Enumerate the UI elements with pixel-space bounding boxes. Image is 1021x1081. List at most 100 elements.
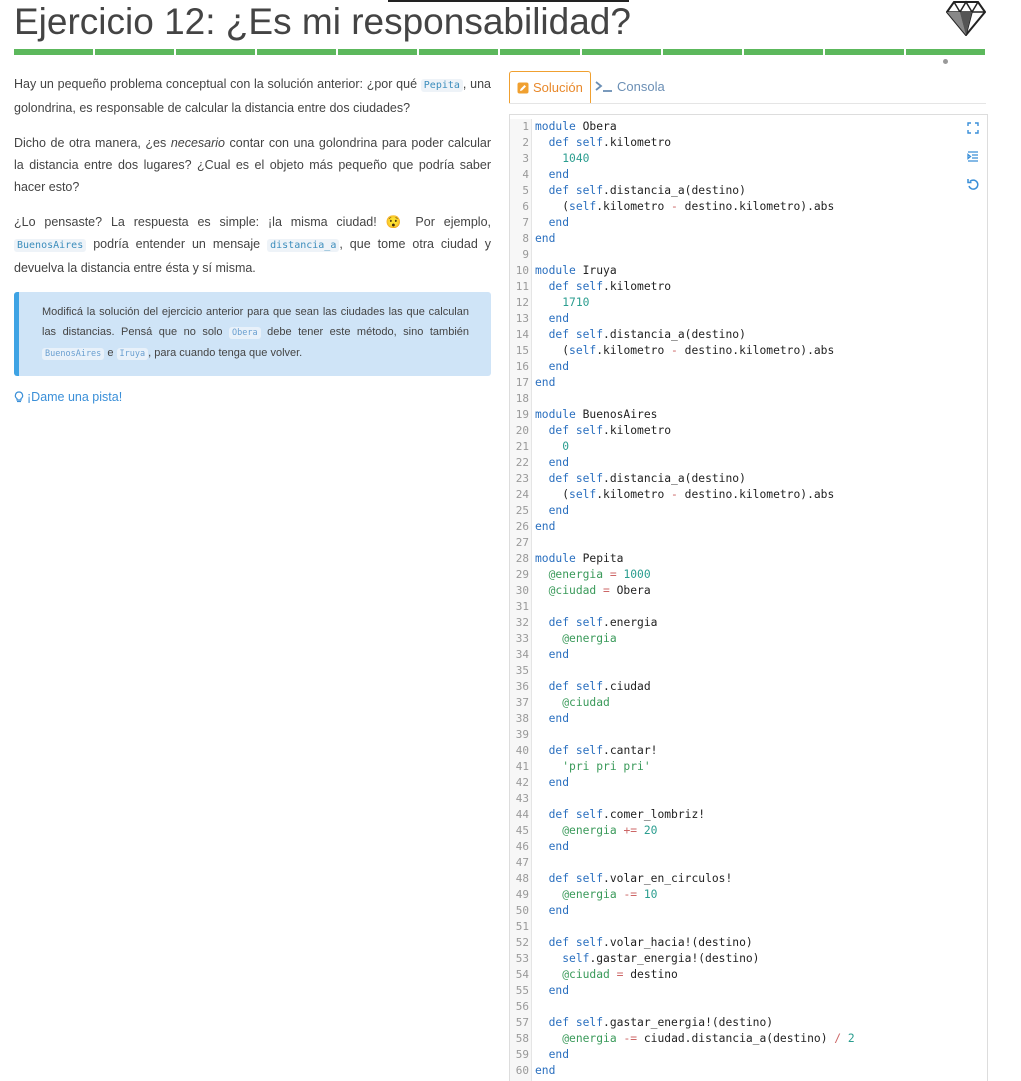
code-line[interactable]: 'pri pri pri'	[535, 759, 855, 775]
hint-link[interactable]: ¡Dame una pista!	[14, 386, 491, 408]
indent-button[interactable]	[965, 150, 981, 178]
progress-segment[interactable]	[14, 49, 94, 55]
line-number: 14	[515, 328, 529, 341]
code-line[interactable]: end	[535, 839, 855, 855]
code-line[interactable]: ​	[535, 535, 855, 551]
line-number: 13	[515, 312, 529, 325]
code-area[interactable]: module Obera def self.kilometro 1040 end…	[535, 119, 855, 1079]
statement-paragraph-2: Dicho de otra manera, ¿es necesario cont…	[14, 136, 491, 194]
code-line[interactable]: def self.cantar!	[535, 743, 855, 759]
line-number: 36	[515, 680, 529, 693]
code-line[interactable]: def self.kilometro	[535, 423, 855, 439]
progress-segment[interactable]	[338, 49, 418, 55]
task-callout: Modificá la solución del ejercicio anter…	[14, 292, 491, 376]
code-line[interactable]: def self.distancia_a(destino)	[535, 183, 855, 199]
code-line[interactable]: ​	[535, 855, 855, 871]
code-line[interactable]: end	[535, 1063, 855, 1079]
line-number: 52	[515, 936, 529, 949]
code-line[interactable]: @energia = 1000	[535, 567, 855, 583]
line-number: 58	[515, 1032, 529, 1045]
code-line[interactable]: @energia -= 10	[535, 887, 855, 903]
code-line[interactable]: def self.distancia_a(destino)	[535, 471, 855, 487]
code-line[interactable]: def self.volar_en_circulos!	[535, 871, 855, 887]
line-number: 2	[522, 136, 529, 149]
progress-segment[interactable]	[824, 49, 904, 55]
code-line[interactable]: end	[535, 311, 855, 327]
code-line[interactable]: (self.kilometro - destino.kilometro).abs	[535, 487, 855, 503]
progress-segment[interactable]	[662, 49, 742, 55]
code-line[interactable]: def self.volar_hacia!(destino)	[535, 935, 855, 951]
code-line[interactable]: @ciudad	[535, 695, 855, 711]
code-line[interactable]: ​	[535, 791, 855, 807]
code-line[interactable]: ​	[535, 663, 855, 679]
code-line[interactable]: end	[535, 775, 855, 791]
terminal-icon	[595, 81, 612, 92]
line-number: 34	[515, 648, 529, 661]
code-line[interactable]: end	[535, 903, 855, 919]
progress-segment[interactable]	[176, 49, 256, 55]
progress-segment[interactable]	[905, 49, 985, 55]
code-line[interactable]: module Iruya	[535, 263, 855, 279]
code-line[interactable]: def self.gastar_energia!(destino)	[535, 1015, 855, 1031]
code-line[interactable]: @energia	[535, 631, 855, 647]
statement-paragraph-1: Hay un pequeño problema conceptual con l…	[14, 77, 491, 115]
code-line[interactable]: module Obera	[535, 119, 855, 135]
code-line[interactable]: ​	[535, 999, 855, 1015]
inline-code: distancia_a	[267, 239, 340, 252]
code-editor[interactable]: 1 2 3 4 5 6 7 8 9 10 11 12 13 14 15 16 17 18 19 20 21 22 23 24 2…	[509, 114, 988, 1081]
code-line[interactable]: end	[535, 455, 855, 471]
code-line[interactable]: end	[535, 375, 855, 391]
code-line[interactable]: ​	[535, 599, 855, 615]
code-line[interactable]: end	[535, 647, 855, 663]
progress-segment[interactable]	[500, 49, 580, 55]
tab-console[interactable]: Consola	[595, 71, 665, 101]
code-line[interactable]: end	[535, 359, 855, 375]
line-number: 4	[522, 168, 529, 181]
code-line[interactable]: def self.comer_lombriz!	[535, 807, 855, 823]
reset-button[interactable]	[965, 178, 981, 206]
code-line[interactable]: end	[535, 167, 855, 183]
progress-segment[interactable]	[419, 49, 499, 55]
code-line[interactable]: (self.kilometro - destino.kilometro).abs	[535, 343, 855, 359]
line-number: 37	[515, 696, 529, 709]
code-line[interactable]: ​	[535, 727, 855, 743]
progress-segment[interactable]	[743, 49, 823, 55]
line-number: 55	[515, 984, 529, 997]
line-number: 22	[515, 456, 529, 469]
code-line[interactable]: end	[535, 711, 855, 727]
code-line[interactable]: @energia -= ciudad.distancia_a(destino) …	[535, 1031, 855, 1047]
code-line[interactable]: module BuenosAires	[535, 407, 855, 423]
line-number: 47	[515, 856, 529, 869]
code-line[interactable]: ​	[535, 919, 855, 935]
code-line[interactable]: ​	[535, 247, 855, 263]
code-line[interactable]: def self.kilometro	[535, 279, 855, 295]
code-line[interactable]: @ciudad = Obera	[535, 583, 855, 599]
code-line[interactable]: 1040	[535, 151, 855, 167]
code-line[interactable]: self.gastar_energia!(destino)	[535, 951, 855, 967]
tab-solution[interactable]: Solución	[509, 71, 591, 103]
code-line[interactable]: def self.distancia_a(destino)	[535, 327, 855, 343]
code-line[interactable]: def self.ciudad	[535, 679, 855, 695]
code-line[interactable]: def self.energia	[535, 615, 855, 631]
page-title: Ejercicio 12: ¿Es mi responsabilidad?	[14, 1, 631, 42]
emoji-hushed: 😯	[385, 215, 407, 229]
code-line[interactable]: end	[535, 503, 855, 519]
code-line[interactable]: @ciudad = destino	[535, 967, 855, 983]
code-line[interactable]: def self.kilometro	[535, 135, 855, 151]
code-line[interactable]: module Pepita	[535, 551, 855, 567]
code-line[interactable]: end	[535, 231, 855, 247]
code-line[interactable]: end	[535, 983, 855, 999]
progress-segment[interactable]	[581, 49, 661, 55]
code-line[interactable]: 0	[535, 439, 855, 455]
code-line[interactable]: end	[535, 519, 855, 535]
line-number: 39	[515, 728, 529, 741]
fullscreen-button[interactable]	[965, 122, 981, 150]
code-line[interactable]: ​	[535, 391, 855, 407]
code-line[interactable]: @energia += 20	[535, 823, 855, 839]
code-line[interactable]: end	[535, 215, 855, 231]
code-line[interactable]: 1710	[535, 295, 855, 311]
code-line[interactable]: (self.kilometro - destino.kilometro).abs	[535, 199, 855, 215]
progress-segment[interactable]	[257, 49, 337, 55]
progress-segment[interactable]	[95, 49, 175, 55]
code-line[interactable]: end	[535, 1047, 855, 1063]
